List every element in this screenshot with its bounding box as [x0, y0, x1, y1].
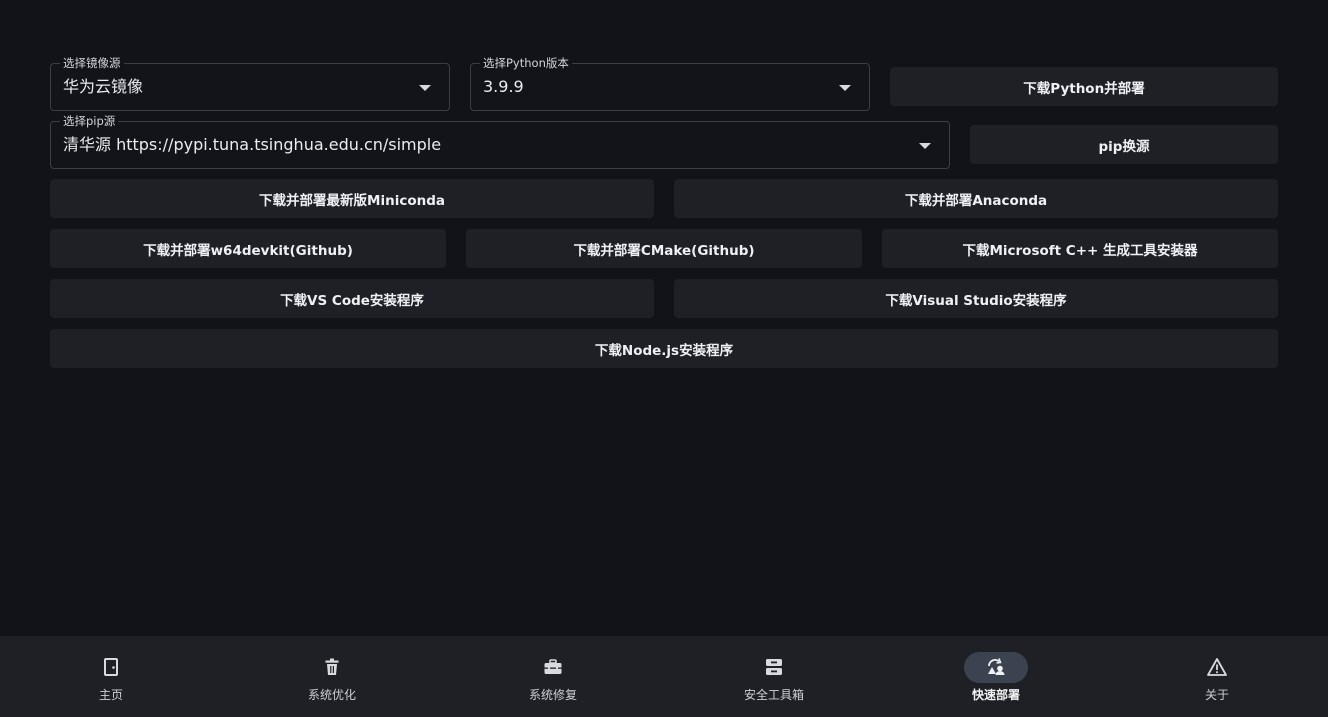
- nav-label-about: 关于: [1204, 688, 1229, 702]
- pip-source-value: 清华源 https://pypi.tuna.tsinghua.edu.cn/si…: [63, 135, 442, 154]
- nav-label-system-repair: 系统修复: [528, 688, 577, 702]
- deploy-icon: [988, 658, 1005, 675]
- cmake-button[interactable]: 下载并部署CMake(Github): [466, 229, 862, 268]
- nav-label-home: 主页: [98, 688, 123, 702]
- nav-item-quick-deploy[interactable]: 快速部署: [936, 636, 1056, 717]
- deploy-python-button[interactable]: 下载Python并部署: [890, 67, 1278, 106]
- vscode-button[interactable]: 下载VS Code安装程序: [50, 279, 654, 318]
- nav-label-system-optimize: 系统优化: [307, 688, 356, 702]
- pip-switch-button[interactable]: pip换源: [970, 125, 1278, 164]
- python-version-label: 选择Python版本: [480, 56, 572, 70]
- chevron-down-icon: [839, 85, 851, 91]
- visual-studio-button[interactable]: 下载Visual Studio安装程序: [674, 279, 1278, 318]
- door-icon: [104, 658, 118, 676]
- warning-icon: [1207, 658, 1227, 676]
- nav-item-system-repair[interactable]: 系统修复: [493, 636, 613, 717]
- msvc-build-tools-button[interactable]: 下载Microsoft C++ 生成工具安装器: [882, 229, 1278, 268]
- w64devkit-button[interactable]: 下载并部署w64devkit(Github): [50, 229, 446, 268]
- toolbox-icon: [544, 659, 562, 674]
- nav-item-security-toolbox[interactable]: 安全工具箱: [714, 636, 834, 717]
- mirror-source-value: 华为云镜像: [63, 77, 144, 96]
- nav-label-quick-deploy: 快速部署: [971, 688, 1020, 702]
- nav-item-about[interactable]: 关于: [1157, 636, 1277, 717]
- chevron-down-icon: [419, 85, 431, 91]
- app-window: 选择镜像源 华为云镜像 选择Python版本 3.9.9 下载Python并部署…: [0, 0, 1328, 717]
- inbox-icon: [766, 659, 782, 675]
- anaconda-button[interactable]: 下载并部署Anaconda: [674, 179, 1278, 218]
- mirror-source-label: 选择镜像源: [60, 56, 124, 70]
- nav-item-system-optimize[interactable]: 系统优化: [272, 636, 392, 717]
- pip-source-select[interactable]: 选择pip源 清华源 https://pypi.tuna.tsinghua.ed…: [50, 114, 950, 169]
- nav-item-home[interactable]: 主页: [51, 636, 171, 717]
- nav-label-security-toolbox: 安全工具箱: [743, 688, 804, 702]
- mirror-source-select[interactable]: 选择镜像源 华为云镜像: [50, 56, 450, 111]
- chevron-down-icon: [919, 143, 931, 149]
- nodejs-button[interactable]: 下载Node.js安装程序: [50, 329, 1278, 368]
- python-version-select[interactable]: 选择Python版本 3.9.9: [470, 56, 870, 111]
- miniconda-button[interactable]: 下载并部署最新版Miniconda: [50, 179, 654, 218]
- python-version-value: 3.9.9: [483, 77, 524, 96]
- pip-source-label: 选择pip源: [60, 114, 119, 128]
- trash-icon: [325, 658, 339, 675]
- bottom-navigation: 主页 系统优化 系统修复 安全工具箱 快速部署 关于: [0, 636, 1328, 717]
